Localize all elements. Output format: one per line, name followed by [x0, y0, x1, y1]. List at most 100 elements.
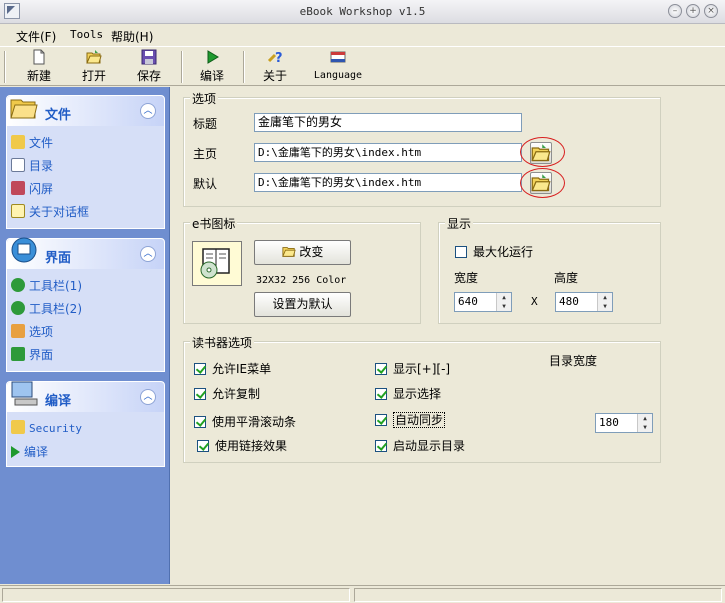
- spinner-arrows[interactable]: ▲ ▼: [597, 293, 612, 311]
- sidebar-item-label: 工具栏(2): [29, 302, 82, 316]
- width-label: 宽度: [454, 271, 479, 285]
- status-pane: [2, 588, 350, 602]
- spinner-arrows[interactable]: ▲ ▼: [637, 414, 652, 432]
- link-effect-checkbox[interactable]: 使用链接效果: [197, 437, 287, 454]
- menu-bar: 文件(F) Tools 帮助(H): [0, 25, 725, 45]
- toc-width-label: 目录宽度: [549, 354, 598, 368]
- checkbox-box: [455, 246, 467, 258]
- checkbox-box: [375, 388, 387, 400]
- show-plus-minus-checkbox[interactable]: 显示[+][-]: [375, 360, 450, 377]
- new-button[interactable]: 新建: [22, 49, 56, 85]
- close-icon[interactable]: ×: [704, 4, 718, 18]
- menu-tools[interactable]: Tools: [70, 28, 103, 41]
- sidebar-item-label: 界面: [29, 348, 54, 362]
- spin-down-icon[interactable]: ▼: [598, 302, 612, 311]
- play-small-icon: [11, 446, 20, 458]
- spin-down-icon[interactable]: ▼: [638, 423, 652, 432]
- sidebar-item-label: 关于对话框: [29, 205, 90, 219]
- new-button-label: 新建: [26, 69, 51, 83]
- checkbox-label: 自动同步: [393, 412, 446, 428]
- checkbox-box: [194, 363, 206, 375]
- play-icon: [207, 50, 219, 64]
- sidebar-item-about-dialog[interactable]: 关于对话框: [11, 203, 89, 221]
- show-selection-checkbox[interactable]: 显示选择: [375, 385, 441, 402]
- height-value: 480: [559, 295, 579, 308]
- menu-help[interactable]: 帮助(H): [111, 28, 153, 45]
- sidebar-item-file[interactable]: 文件: [11, 134, 53, 152]
- compile-button[interactable]: 编译: [195, 49, 229, 85]
- set-default-button[interactable]: 设置为默认: [254, 292, 351, 317]
- home-path-input[interactable]: D:\金庸笔下的男女\index.htm: [254, 143, 522, 162]
- computer-icon: [11, 381, 38, 406]
- arrow-left-icon: [11, 278, 25, 292]
- height-spinner[interactable]: 480 ▲ ▼: [555, 292, 613, 312]
- default-path-input[interactable]: D:\金庸笔下的男女\index.htm: [254, 173, 522, 192]
- maximize-label: 最大化运行: [473, 245, 534, 259]
- home-icon: [11, 324, 25, 338]
- collapse-icon[interactable]: ︿: [140, 389, 156, 405]
- minimize-icon[interactable]: –: [668, 4, 682, 18]
- allow-ie-menu-checkbox[interactable]: 允许IE菜单: [194, 360, 271, 377]
- title-bar: eBook Workshop v1.5 – + ×: [0, 0, 725, 24]
- sidebar-item-splash[interactable]: 闪屏: [11, 180, 53, 198]
- sidebar-item-toc[interactable]: 目录: [11, 157, 53, 175]
- language-flag-icon: [330, 51, 346, 63]
- spin-down-icon[interactable]: ▼: [497, 302, 511, 311]
- icon-size-text: 32X32 256 Color: [256, 275, 347, 286]
- sidebar-item-toolbar-2[interactable]: 工具栏(2): [11, 300, 82, 318]
- allow-copy-checkbox[interactable]: 允许复制: [194, 385, 260, 402]
- display-frame: 显示 最大化运行 宽度 高度 640 ▲ ▼ X 480 ▲ ▼: [438, 215, 661, 324]
- display-frame-title: 显示: [445, 215, 474, 232]
- save-button[interactable]: 保存: [132, 49, 166, 85]
- sidebar-item-label: 文件: [29, 136, 54, 150]
- spin-up-icon[interactable]: ▲: [598, 293, 612, 302]
- folder-small-icon: [11, 135, 25, 149]
- change-icon-button[interactable]: 改变: [254, 240, 351, 265]
- checkbox-box: [375, 440, 387, 452]
- default-label: 默认: [193, 177, 218, 191]
- help-question-icon: ?: [267, 51, 283, 65]
- sidebar-item-label: 工具栏(1): [29, 279, 82, 293]
- spinner-arrows[interactable]: ▲ ▼: [496, 293, 511, 311]
- file-group-header[interactable]: 文件 ︿: [7, 96, 164, 126]
- status-pane: [354, 588, 722, 602]
- spin-up-icon[interactable]: ▲: [638, 414, 652, 423]
- folder-icon: [10, 99, 38, 119]
- ebook-icon-frame-title: e书图标: [190, 215, 238, 232]
- show-toc-on-start-checkbox[interactable]: 启动显示目录: [375, 437, 465, 454]
- default-browse-button[interactable]: [530, 172, 552, 194]
- compile-group-header[interactable]: 编译 ︿: [7, 381, 164, 412]
- sidebar-item-interface[interactable]: 界面: [11, 346, 53, 364]
- width-spinner[interactable]: 640 ▲ ▼: [454, 292, 512, 312]
- checkbox-box: [194, 388, 206, 400]
- smooth-scroll-checkbox[interactable]: 使用平滑滚动条: [194, 413, 296, 430]
- language-button[interactable]: Language: [311, 49, 365, 85]
- home-browse-button[interactable]: [530, 142, 552, 164]
- sidebar-item-toolbar-1[interactable]: 工具栏(1): [11, 277, 82, 295]
- collapse-icon[interactable]: ︿: [140, 103, 156, 119]
- book-cd-icon: [200, 248, 230, 279]
- file-group-title: 文件: [45, 108, 72, 123]
- sidebar-item-compile[interactable]: 编译: [11, 443, 48, 461]
- toc-width-spinner[interactable]: 180 ▲ ▼: [595, 413, 653, 433]
- maximize-checkbox[interactable]: 最大化运行: [455, 243, 533, 260]
- title-input[interactable]: 金庸笔下的男女: [254, 113, 522, 132]
- auto-sync-checkbox[interactable]: 自动同步: [375, 411, 446, 428]
- toolbar-grip: [4, 51, 6, 83]
- toolbar: 新建 打开 保存 编译 ? 关于 Language: [0, 46, 725, 86]
- ui-group-header[interactable]: 界面 ︿: [7, 237, 164, 269]
- open-button[interactable]: 打开: [77, 49, 111, 85]
- maximize-icon[interactable]: +: [686, 4, 700, 18]
- open-folder-icon: [281, 247, 296, 257]
- menu-file[interactable]: 文件(F): [16, 28, 56, 45]
- about-button[interactable]: ? 关于: [258, 49, 292, 85]
- sidebar-item-security[interactable]: Security: [11, 420, 82, 438]
- checkbox-box: [375, 363, 387, 375]
- spin-up-icon[interactable]: ▲: [497, 293, 511, 302]
- save-disk-icon: [141, 49, 157, 65]
- sidebar-item-options[interactable]: 选项: [11, 323, 53, 341]
- window-title: eBook Workshop v1.5: [299, 5, 426, 18]
- collapse-icon[interactable]: ︿: [140, 246, 156, 262]
- checkbox-box: [375, 414, 387, 426]
- home-label: 主页: [193, 147, 218, 161]
